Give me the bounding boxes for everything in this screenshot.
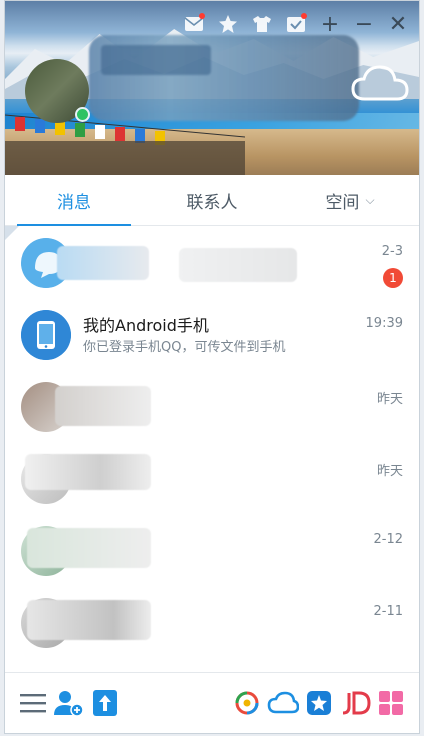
- unread-badge: 1: [383, 268, 403, 288]
- jd-shopping-icon[interactable]: [337, 685, 373, 721]
- conversation-time: 2-11: [373, 604, 403, 619]
- tab-messages[interactable]: 消息: [5, 175, 143, 226]
- tab-space-label: 空间: [325, 192, 360, 213]
- conversation-name: 我的Android手机: [83, 316, 209, 335]
- tab-space[interactable]: 空间 ⌵: [281, 175, 419, 225]
- conversation-preview: 你已登录手机QQ，可传文件到手机: [83, 340, 286, 355]
- pinned-marker: [5, 226, 19, 240]
- conversation-time: 2-12: [373, 532, 403, 547]
- conversation-item[interactable]: 2-3 1: [5, 226, 419, 298]
- conversation-time: 2-3: [381, 244, 403, 259]
- add-friend-icon[interactable]: [51, 685, 87, 721]
- conversation-item[interactable]: 2-11: [5, 586, 419, 658]
- weiyun-cloud-icon[interactable]: [265, 685, 301, 721]
- conversation-time: 昨天: [376, 464, 403, 479]
- conversation-item[interactable]: 昨天: [5, 442, 419, 514]
- tab-contacts-label: 联系人: [186, 192, 238, 213]
- blurred-name: [27, 600, 151, 640]
- minimize-button[interactable]: −: [349, 9, 379, 39]
- bottom-toolbar: [5, 672, 419, 733]
- blurred-name: [57, 246, 149, 280]
- blurred-preview: [179, 248, 297, 282]
- conversation-item[interactable]: 我的Android手机 你已登录手机QQ，可传文件到手机 19:39: [5, 298, 419, 370]
- conversation-time: 昨天: [376, 392, 403, 407]
- profile-header: + − ✕: [5, 1, 419, 175]
- main-tabs: 消息 联系人 空间 ⌵: [5, 175, 419, 226]
- phone-device-icon: [21, 310, 71, 360]
- blurred-name: [25, 454, 151, 490]
- apps-grid-icon[interactable]: [373, 685, 409, 721]
- file-transfer-icon[interactable]: [87, 685, 123, 721]
- favorites-icon[interactable]: [301, 685, 337, 721]
- tab-contacts[interactable]: 联系人: [143, 175, 281, 225]
- chevron-down-icon[interactable]: ⌵: [365, 193, 374, 208]
- qq-browser-icon[interactable]: [229, 685, 265, 721]
- conversation-time: 19:39: [365, 316, 403, 331]
- conversation-list: 2-3 1 我的Android手机 你已登录手机QQ，可传文件到手机 19:39…: [5, 226, 419, 674]
- weather-cloud-icon[interactable]: [349, 59, 411, 105]
- blurred-name: [27, 528, 151, 568]
- tab-messages-label: 消息: [57, 192, 91, 213]
- qq-main-window: + − ✕ 消息 联系人 空间 ⌵ 2-3 1 我的Android手机 你已登录…: [4, 0, 420, 734]
- close-button[interactable]: ✕: [383, 9, 413, 39]
- nickname-blurred: [89, 35, 359, 121]
- online-status-icon[interactable]: [75, 107, 90, 122]
- menu-icon[interactable]: [15, 685, 51, 721]
- blurred-name: [55, 386, 151, 426]
- conversation-item[interactable]: 2-12: [5, 514, 419, 586]
- conversation-item[interactable]: 昨天: [5, 370, 419, 442]
